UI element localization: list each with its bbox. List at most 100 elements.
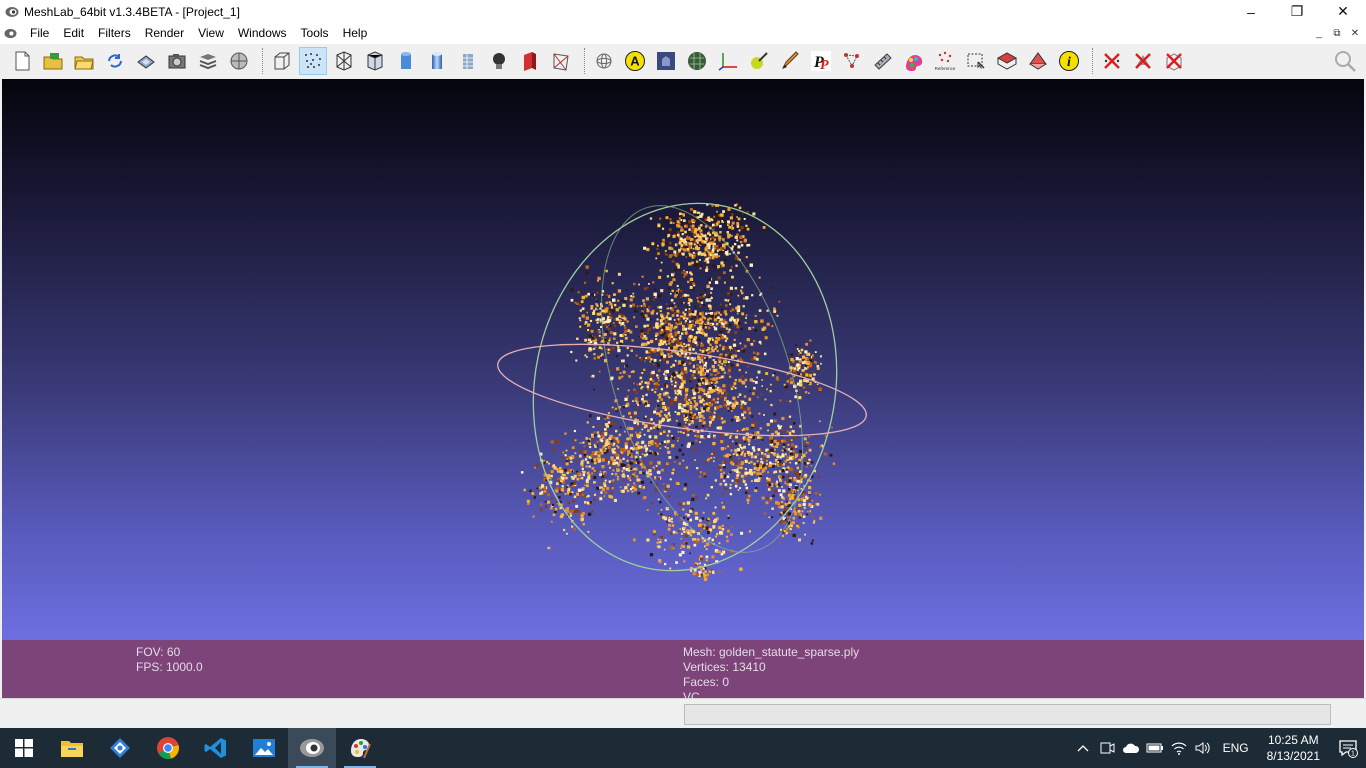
fancy-lighting-icon[interactable] [547, 47, 575, 75]
light-icon[interactable] [485, 47, 513, 75]
backface-icon[interactable] [516, 47, 544, 75]
open-mesh-icon[interactable] [70, 47, 98, 75]
meet-now-icon[interactable] [1095, 728, 1119, 768]
onedrive-icon[interactable] [1119, 728, 1143, 768]
cloud-point [716, 244, 719, 247]
menu-help[interactable]: Help [336, 23, 375, 44]
volume-icon[interactable] [1191, 728, 1215, 768]
cloud-point [734, 257, 738, 260]
cloud-point [731, 226, 735, 230]
select-faces-icon[interactable] [993, 47, 1021, 75]
cloud-point [748, 411, 752, 415]
delete-vertices-icon[interactable] [1098, 47, 1126, 75]
delete-faces-icon[interactable] [1129, 47, 1157, 75]
mdi-restore-button[interactable]: ⧉ [1328, 25, 1346, 42]
cloud-point [765, 501, 769, 505]
reload-icon[interactable] [101, 47, 129, 75]
open-project-icon[interactable] [39, 47, 67, 75]
cloud-point [770, 440, 774, 444]
cloud-point [642, 472, 645, 475]
cloud-point [669, 546, 673, 550]
points-icon[interactable] [299, 47, 327, 75]
cloud-point [691, 310, 694, 313]
cloud-point [694, 511, 698, 515]
vscode-icon[interactable] [192, 728, 240, 768]
search-icon[interactable] [1332, 48, 1358, 74]
menu-render[interactable]: Render [138, 23, 191, 44]
menu-view[interactable]: View [191, 23, 231, 44]
cloud-point [654, 453, 658, 456]
progress-bar [684, 704, 1331, 725]
meshlab-icon[interactable] [288, 728, 336, 768]
color-icon[interactable] [900, 47, 928, 75]
menu-file[interactable]: File [23, 23, 56, 44]
select-vertices-icon[interactable] [962, 47, 990, 75]
clock[interactable]: 10:25 AM 8/13/2021 [1257, 732, 1330, 764]
cloud-point [583, 445, 586, 448]
cloud-point [559, 469, 564, 474]
cloud-point [789, 461, 792, 464]
layers-icon[interactable] [194, 47, 222, 75]
cloud-point [561, 476, 565, 480]
photos-icon[interactable] [240, 728, 288, 768]
save-icon[interactable] [132, 47, 160, 75]
battery-icon[interactable] [1143, 728, 1167, 768]
cloud-point [667, 287, 670, 290]
cloud-point [727, 514, 730, 517]
restore-button[interactable]: ❐ [1274, 0, 1320, 23]
texture-icon[interactable] [454, 47, 482, 75]
language-indicator[interactable]: ENG [1215, 741, 1257, 755]
reference-icon[interactable]: Reference [931, 47, 959, 75]
cloud-point [710, 314, 714, 318]
info-icon[interactable]: i [1055, 47, 1083, 75]
cloud-point [785, 492, 788, 495]
menu-filters[interactable]: Filters [91, 23, 138, 44]
cloud-point [626, 437, 630, 441]
paint-select-icon[interactable] [745, 47, 773, 75]
menu-edit[interactable]: Edit [56, 23, 91, 44]
menu-tools[interactable]: Tools [294, 23, 336, 44]
smooth-icon[interactable] [423, 47, 451, 75]
mdi-minimize-button[interactable]: _ [1310, 25, 1328, 42]
shader-icon[interactable] [652, 47, 680, 75]
flat-icon[interactable] [392, 47, 420, 75]
connected-select-icon[interactable] [1024, 47, 1052, 75]
chrome-icon[interactable] [144, 728, 192, 768]
measure-icon[interactable] [869, 47, 897, 75]
annotation-a-icon[interactable]: A [621, 47, 649, 75]
cloud-point [692, 313, 694, 316]
cloud-point [627, 450, 631, 454]
cloud-point [727, 207, 731, 211]
pp-tool-icon[interactable]: PP [807, 47, 835, 75]
snapshot-icon[interactable] [163, 47, 191, 75]
start-icon[interactable] [0, 728, 48, 768]
close-button[interactable]: ✕ [1320, 0, 1366, 23]
texture-tool-icon[interactable] [683, 47, 711, 75]
brush-icon[interactable] [776, 47, 804, 75]
network-app-icon[interactable] [96, 728, 144, 768]
cloud-point [649, 413, 652, 416]
wifi-icon[interactable] [1167, 728, 1191, 768]
axis-icon[interactable] [714, 47, 742, 75]
minimize-button[interactable]: – [1228, 0, 1274, 23]
hidden-lines-icon[interactable] [361, 47, 389, 75]
mdi-close-button[interactable]: ✕ [1346, 25, 1364, 42]
align-icon[interactable] [838, 47, 866, 75]
new-file-icon[interactable] [8, 47, 36, 75]
trackball-icon[interactable] [590, 47, 618, 75]
paint-icon[interactable] [336, 728, 384, 768]
cloud-point [713, 451, 717, 455]
raster-icon[interactable] [225, 47, 253, 75]
delete-all-icon[interactable] [1160, 47, 1188, 75]
file-explorer-icon[interactable] [48, 728, 96, 768]
3d-viewport[interactable] [2, 79, 1364, 640]
point-cloud-scene[interactable] [2, 79, 1364, 640]
show-hidden-icons-chevron[interactable] [1071, 728, 1095, 768]
cloud-point [661, 328, 663, 331]
menu-windows[interactable]: Windows [231, 23, 294, 44]
cloud-point [665, 343, 668, 346]
notification-center-icon[interactable]: 1 [1330, 728, 1366, 768]
bbox-icon[interactable] [268, 47, 296, 75]
cloud-point [710, 456, 713, 459]
wireframe-icon[interactable] [330, 47, 358, 75]
